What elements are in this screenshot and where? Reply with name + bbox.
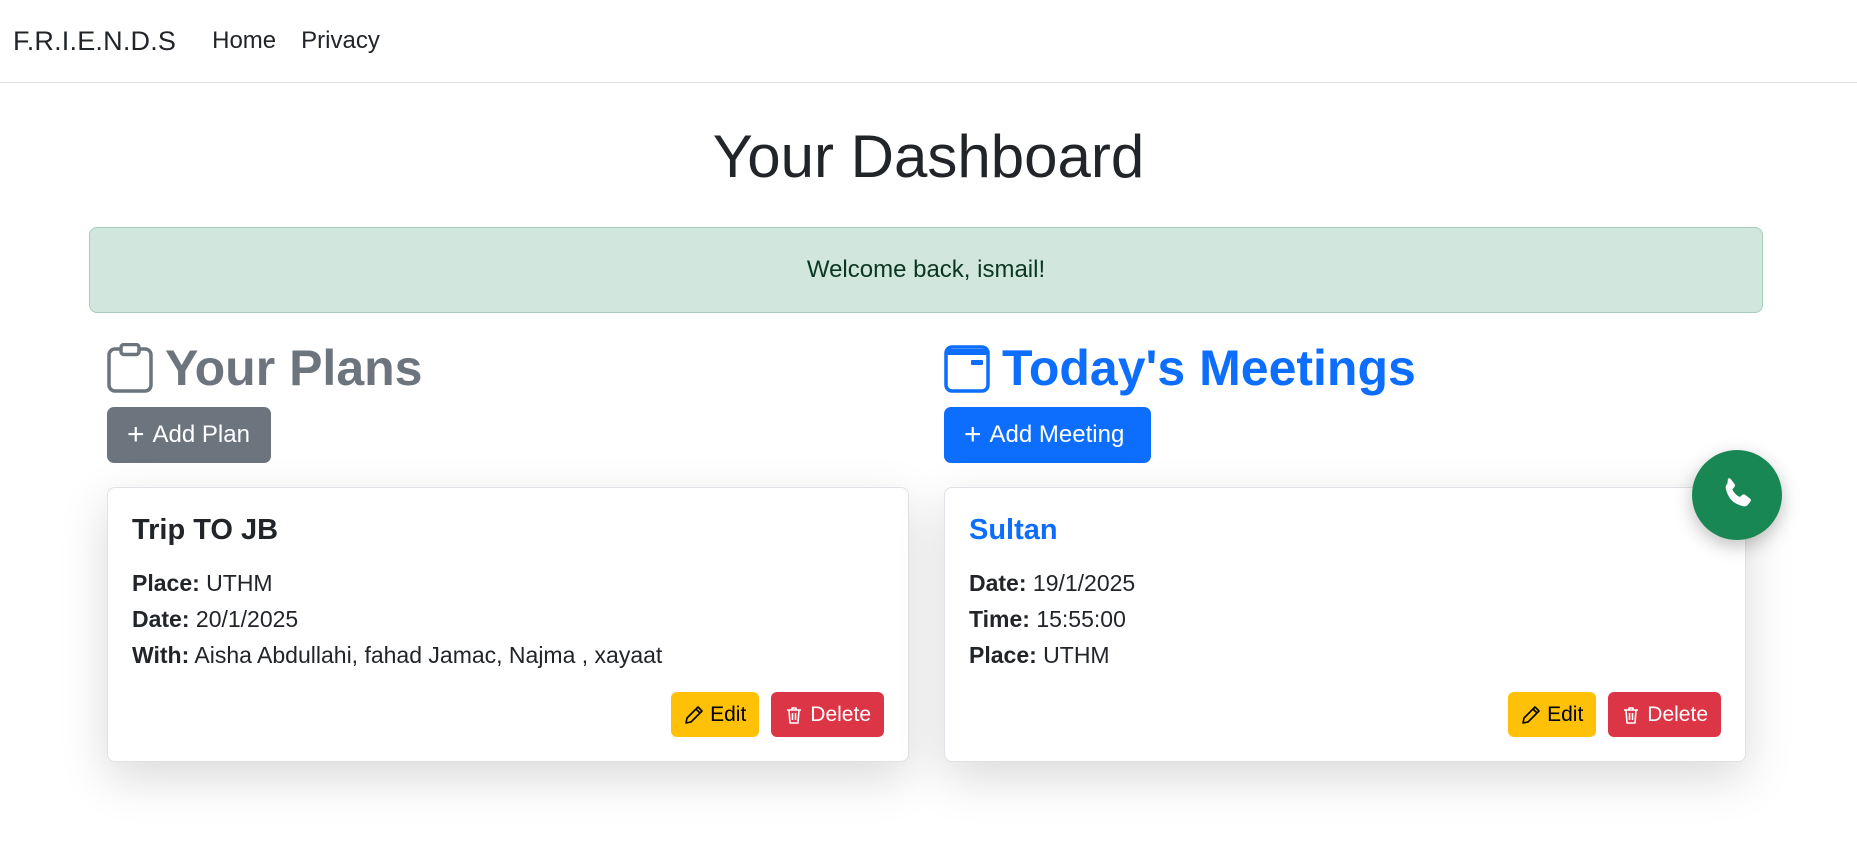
- pencil-icon: [1522, 705, 1540, 724]
- plan-place-value: UTHM: [206, 570, 273, 596]
- edit-meeting-label: Edit: [1547, 702, 1584, 726]
- calendar-icon: [944, 344, 990, 393]
- meeting-date: Date: 19/1/2025: [969, 565, 1721, 601]
- add-plan-button[interactable]: + Add Plan: [107, 407, 271, 463]
- plan-place-label: Place:: [132, 570, 200, 596]
- call-button[interactable]: [1692, 450, 1782, 540]
- add-meeting-label: Add Meeting: [989, 421, 1125, 448]
- nav-link-home[interactable]: Home: [212, 27, 276, 55]
- plan-with-value: Aisha Abdullahi, fahad Jamac, Najma , xa…: [194, 642, 663, 668]
- edit-meeting-button[interactable]: Edit: [1508, 692, 1597, 737]
- delete-plan-label: Delete: [810, 702, 871, 726]
- meeting-date-label: Date:: [969, 570, 1027, 596]
- plus-icon: +: [127, 418, 145, 451]
- plan-card-title: Trip TO JB: [132, 514, 279, 546]
- meeting-card-actions: Edit Delete: [1508, 692, 1721, 737]
- brand-link[interactable]: F.R.I.E.N.D.S: [13, 26, 176, 57]
- meeting-place-label: Place:: [969, 642, 1037, 668]
- plans-title: Your Plans: [165, 339, 423, 396]
- plans-header: Your Plans: [107, 339, 909, 396]
- trash-icon: [1624, 706, 1639, 724]
- edit-plan-button[interactable]: Edit: [671, 692, 760, 737]
- meeting-date-value: 19/1/2025: [1032, 570, 1136, 596]
- plan-place: Place: UTHM: [132, 565, 884, 601]
- pencil-icon: [685, 705, 703, 724]
- meetings-header: Today's Meetings: [944, 339, 1746, 396]
- add-plan-label: Add Plan: [152, 421, 250, 448]
- delete-plan-button[interactable]: Delete: [771, 692, 884, 737]
- nav-link-privacy[interactable]: Privacy: [301, 27, 380, 55]
- plan-date-value: 20/1/2025: [195, 606, 299, 632]
- plans-section: Your Plans + Add Plan Trip TO JB Place: …: [107, 339, 909, 762]
- clipboard-icon: [107, 342, 153, 393]
- plan-date: Date: 20/1/2025: [132, 601, 884, 637]
- edit-plan-label: Edit: [710, 702, 747, 726]
- meetings-section: Today's Meetings + Add Meeting Sultan Da…: [944, 339, 1746, 762]
- page-title: Your Dashboard: [712, 123, 1145, 190]
- meeting-time-value: 15:55:00: [1036, 606, 1126, 632]
- meetings-title: Today's Meetings: [1002, 339, 1416, 396]
- add-meeting-button[interactable]: + Add Meeting: [944, 407, 1151, 463]
- meeting-time: Time: 15:55:00: [969, 601, 1721, 637]
- plan-date-label: Date:: [132, 606, 190, 632]
- meeting-time-label: Time:: [969, 606, 1030, 632]
- delete-meeting-button[interactable]: Delete: [1608, 692, 1721, 737]
- meeting-card: Sultan Date: 19/1/2025 Time: 15:55:00 Pl…: [944, 487, 1746, 762]
- trash-icon: [787, 706, 802, 724]
- delete-meeting-label: Delete: [1647, 702, 1708, 726]
- plan-with-label: With:: [132, 642, 190, 668]
- meeting-place: Place: UTHM: [969, 637, 1721, 673]
- phone-icon: [1725, 478, 1751, 507]
- meeting-place-value: UTHM: [1043, 642, 1110, 668]
- plan-card-actions: Edit Delete: [671, 692, 884, 737]
- welcome-alert: Welcome back, ismail!: [89, 227, 1763, 313]
- plan-card: Trip TO JB Place: UTHM Date: 20/1/2025 W…: [107, 487, 909, 762]
- meeting-card-title: Sultan: [969, 514, 1058, 546]
- plus-icon: +: [964, 418, 982, 451]
- navbar: F.R.I.E.N.D.S Home Privacy: [0, 0, 1857, 83]
- plan-with: With: Aisha Abdullahi, fahad Jamac, Najm…: [132, 637, 884, 673]
